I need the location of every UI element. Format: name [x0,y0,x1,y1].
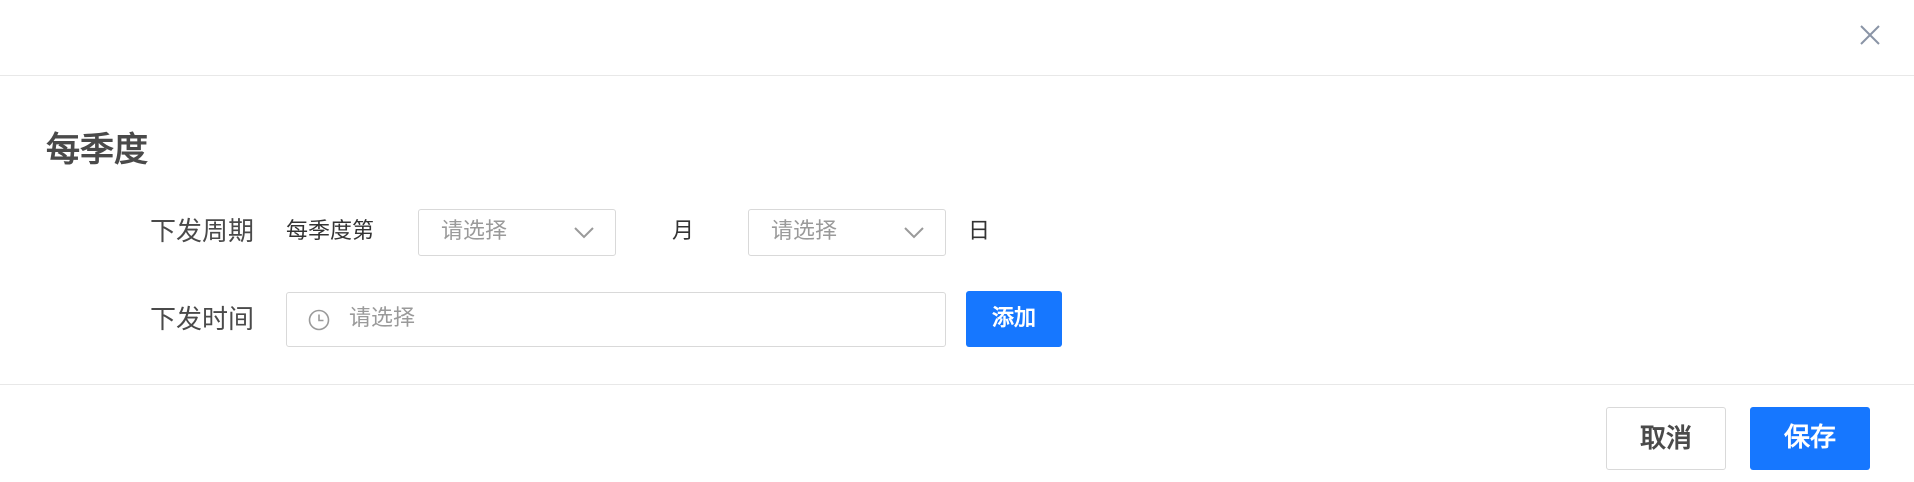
cancel-button[interactable]: 取消 [1606,407,1726,470]
close-button[interactable] [1855,20,1885,50]
month-unit-text: 月 [672,219,695,244]
chevron-down-icon [904,227,924,239]
cycle-prefix-text: 每季度第 [286,219,375,244]
time-label: 下发时间 [150,305,255,335]
modal-footer: 取消 保存 [0,384,1914,482]
time-picker-placeholder: 请选择 [349,306,416,331]
save-button[interactable]: 保存 [1750,407,1870,470]
cycle-label: 下发周期 [150,217,255,247]
close-icon [1860,25,1880,45]
day-select-placeholder: 请选择 [771,219,838,244]
add-button[interactable]: 添加 [966,291,1062,347]
section-title: 每季度 [46,130,148,170]
day-unit-text: 日 [968,219,991,244]
month-select[interactable]: 请选择 [418,209,616,256]
time-picker-input[interactable]: 请选择 [286,292,946,347]
modal-body: 每季度 下发周期 每季度第 请选择 月 请选择 日 下发时间 请选择 添加 [0,77,1914,384]
chevron-down-icon [574,227,594,239]
day-select[interactable]: 请选择 [748,209,946,256]
modal-header [0,0,1914,76]
modal-dialog: 每季度 下发周期 每季度第 请选择 月 请选择 日 下发时间 请选择 添加 取消… [0,0,1914,482]
clock-icon [308,309,330,331]
month-select-placeholder: 请选择 [441,219,508,244]
